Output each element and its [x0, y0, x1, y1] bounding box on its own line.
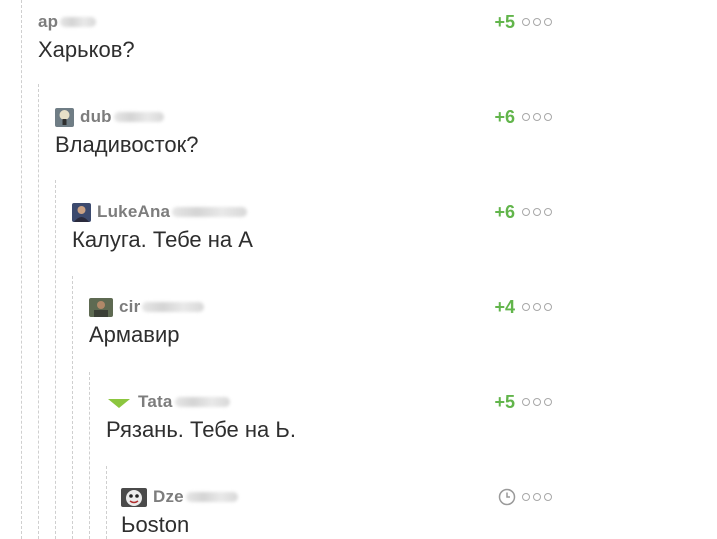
username[interactable]: Tata: [138, 392, 173, 412]
lamp-avatar-icon[interactable]: [55, 107, 74, 127]
comment-text: Армавир: [89, 322, 180, 347]
comment-author[interactable]: LukeAna: [72, 200, 248, 224]
comment-rating: +5: [494, 392, 515, 412]
username[interactable]: LukeAna: [97, 202, 170, 222]
comment-text: Ьoston: [121, 512, 190, 537]
clock-icon: [498, 488, 516, 506]
comment-text: Калуга. Тебе на А: [72, 227, 253, 252]
comment-rating: +6: [494, 107, 515, 127]
green-triangle-avatar-icon[interactable]: [106, 393, 132, 412]
comment: ap +5 Харьков?: [38, 10, 717, 63]
person-avatar-icon[interactable]: [72, 202, 91, 222]
comment-rating: +5: [494, 12, 515, 32]
more-dots-icon[interactable]: [522, 390, 552, 414]
mask-avatar-icon[interactable]: [121, 487, 147, 507]
comment: dub +6 Владивосток?: [55, 105, 717, 158]
comment-author[interactable]: Tata: [106, 390, 230, 414]
more-dots-icon[interactable]: [522, 105, 552, 129]
username[interactable]: cir: [119, 297, 140, 317]
comment-rating: +6: [494, 202, 515, 222]
thread-line: [72, 276, 73, 539]
comment-author[interactable]: Dze: [121, 485, 238, 509]
username[interactable]: Dze: [153, 487, 184, 507]
comment-author[interactable]: ap: [38, 10, 97, 34]
more-dots-icon[interactable]: [522, 200, 552, 224]
more-dots-icon[interactable]: [522, 485, 552, 509]
comment-rating: +4: [494, 297, 515, 317]
photo-avatar-icon[interactable]: [89, 297, 113, 317]
comment: cir +4 Армавир: [89, 295, 717, 348]
comment-author[interactable]: cir: [89, 295, 205, 319]
comment-text: Рязань. Тебе на Ь.: [106, 417, 296, 442]
username[interactable]: dub: [80, 107, 112, 127]
thread-line: [38, 84, 39, 539]
username[interactable]: ap: [38, 12, 58, 32]
comment: Tata +5 Рязань. Тебе на Ь.: [106, 390, 717, 443]
comment: Dze Ьoston: [121, 485, 717, 538]
thread-line: [21, 0, 22, 539]
more-dots-icon[interactable]: [522, 10, 552, 34]
comment-author[interactable]: dub: [55, 105, 164, 129]
comment: LukeAna +6 Калуга. Тебе на А: [72, 200, 717, 253]
thread-line: [89, 372, 90, 539]
thread-line: [55, 180, 56, 539]
comment-text: Харьков?: [38, 37, 135, 62]
thread-line: [106, 466, 107, 539]
more-dots-icon[interactable]: [522, 295, 552, 319]
comment-text: Владивосток?: [55, 132, 199, 157]
